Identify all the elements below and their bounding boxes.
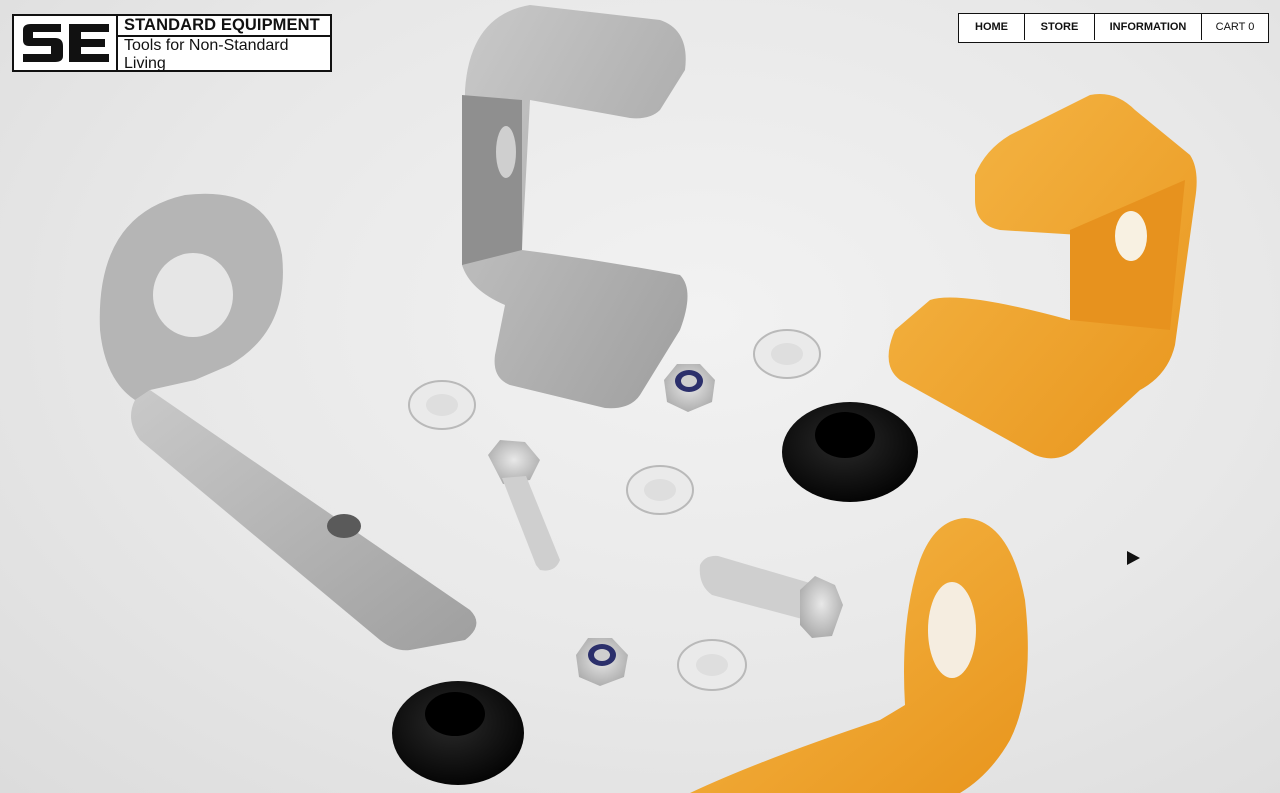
rubber-grommet-bottom <box>392 681 524 785</box>
se-logo-icon <box>23 24 109 62</box>
site-logo[interactable]: STANDARD EQUIPMENT Tools for Non-Standar… <box>12 14 332 72</box>
rubber-grommet-right <box>782 402 918 502</box>
nav-cart[interactable]: CART 0 <box>1202 14 1268 40</box>
orange-c-bracket <box>888 94 1197 459</box>
nav-store[interactable]: STORE <box>1025 14 1095 40</box>
main-nav: HOME STORE INFORMATION CART 0 <box>958 13 1269 43</box>
aluminum-c-bracket <box>462 5 688 409</box>
play-icon[interactable] <box>1127 551 1140 565</box>
logo-mark <box>14 16 118 70</box>
brand-tagline: Tools for Non-Standard Living <box>124 37 289 72</box>
nav-information[interactable]: INFORMATION <box>1095 14 1202 40</box>
hardware-parts-render <box>99 5 1197 793</box>
hero-image <box>0 0 1280 793</box>
brand-title: STANDARD EQUIPMENT <box>118 16 330 37</box>
lock-nuts <box>576 364 715 686</box>
nav-home[interactable]: HOME <box>959 14 1025 40</box>
